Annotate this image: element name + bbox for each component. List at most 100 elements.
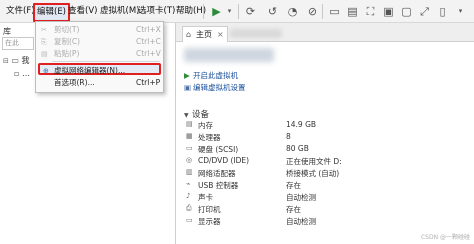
menu-vm[interactable]: 虚拟机(M) xyxy=(100,5,139,18)
disk-icon: ▭ xyxy=(186,144,193,152)
expand-icon[interactable]: ⊟ xyxy=(3,57,9,65)
cd-icon: ◎ xyxy=(186,156,193,164)
console-icon[interactable]: ▢ xyxy=(400,5,413,18)
device-value: 自动检测 xyxy=(286,217,316,226)
menu-item-virtual-network-editor[interactable]: ⊕ 虚拟网络编辑器(N)... xyxy=(38,63,161,75)
menu-item-cut[interactable]: ✂ 剪切(T) Ctrl+X xyxy=(36,24,163,36)
play-icon[interactable]: ▶ xyxy=(210,5,223,18)
toolbar-separator xyxy=(203,4,204,19)
tab-bar: ⌂ 主页 × xyxy=(176,23,474,42)
device-name: 网络适配器 xyxy=(198,169,236,178)
watermark: CSDN @一颗碰碰 xyxy=(420,234,470,241)
device-name: 处理器 xyxy=(198,133,221,142)
edit-menu-dropdown: ✂ 剪切(T) Ctrl+X ⎘ 复制(C) Ctrl+C ▤ 粘贴(P) Ct… xyxy=(35,21,164,93)
edit-settings-link[interactable]: ▣ 编辑虚拟机设置 xyxy=(184,82,246,93)
device-value: 存在 xyxy=(286,205,301,214)
library-title: 库 xyxy=(3,27,11,36)
devices-title: 设备 xyxy=(192,110,210,120)
tree-item-vm[interactable]: ▫ … xyxy=(14,69,30,78)
snapshot-manager-icon[interactable]: ◔ xyxy=(286,5,299,18)
menu-item-label: 复制(C) xyxy=(54,37,81,46)
stretch-icon[interactable]: ⤢ xyxy=(418,5,431,18)
vm-title-redacted xyxy=(184,48,274,62)
sidebar-toggle-icon[interactable]: ▭ xyxy=(328,5,341,18)
network-icon: ▥ xyxy=(186,168,193,176)
paste-icon: ▤ xyxy=(41,50,48,58)
devices-header[interactable]: ▼ 设备 xyxy=(184,108,209,120)
menu-tabs[interactable]: 选项卡(T) xyxy=(138,5,175,18)
device-name: 硬盘 (SCSI) xyxy=(198,145,239,154)
cut-icon: ✂ xyxy=(41,26,47,34)
device-row-processor[interactable]: ▦ 处理器 8 xyxy=(184,132,464,143)
menu-view[interactable]: 查看(V) xyxy=(68,5,97,18)
device-value: 存在 xyxy=(286,181,301,190)
device-row-disk[interactable]: ▭ 硬盘 (SCSI) 80 GB xyxy=(184,144,464,155)
clock-icon[interactable]: ⊘ xyxy=(306,5,319,18)
toolbar-separator xyxy=(238,4,239,19)
tree-item-label: 我 xyxy=(21,56,30,65)
menu-bar: 文件(F) 编辑(E) 查看(V) 虚拟机(M) 选项卡(T) 帮助(H) ▶ … xyxy=(0,0,474,23)
snapshot-icon[interactable]: ⟳ xyxy=(244,5,257,18)
menu-item-shortcut: Ctrl+X xyxy=(136,25,161,34)
home-icon: ⌂ xyxy=(186,30,192,39)
device-name: 显示器 xyxy=(198,217,221,226)
toolbar-separator xyxy=(322,4,323,19)
tab-home-label: 主页 xyxy=(196,30,212,39)
printer-icon: ⎙ xyxy=(186,204,192,212)
device-name: 内存 xyxy=(198,121,213,130)
tree-item-label: … xyxy=(21,69,30,78)
menu-item-label: 剪切(T) xyxy=(54,25,80,34)
tree-item-my-computer[interactable]: ⊟ ▭ 我 xyxy=(3,55,30,66)
device-row-printer[interactable]: ⎙ 打印机 存在 xyxy=(184,204,464,215)
menu-item-copy[interactable]: ⎘ 复制(C) Ctrl+C xyxy=(36,36,163,48)
device-name: CD/DVD (IDE) xyxy=(198,156,250,165)
device-row-network[interactable]: ▥ 网络适配器 桥接模式 (自动) xyxy=(184,168,464,179)
computer-icon: ▭ xyxy=(11,56,19,65)
tab-home[interactable]: ⌂ 主页 × xyxy=(182,26,228,42)
power-on-link[interactable]: ▶ 开启此虚拟机 xyxy=(184,70,238,81)
menu-item-label: 虚拟网络编辑器(N)... xyxy=(54,66,126,75)
device-name: USB 控制器 xyxy=(198,181,239,190)
sound-icon: ♪ xyxy=(186,192,191,200)
power-on-label: 开启此虚拟机 xyxy=(193,71,238,80)
library-search-input[interactable]: 在此 xyxy=(2,37,34,50)
menu-item-label: 粘贴(P) xyxy=(54,49,80,58)
device-value: 14.9 GB xyxy=(286,120,317,129)
device-name: 打印机 xyxy=(198,205,221,214)
usb-icon: ⌁ xyxy=(186,180,191,188)
network-editor-icon: ⊕ xyxy=(43,67,49,75)
device-row-memory[interactable]: ▤ 内存 14.9 GB xyxy=(184,120,464,131)
chevron-down-icon[interactable]: ▾ xyxy=(454,5,467,18)
play-icon: ▶ xyxy=(184,71,190,80)
unity-icon[interactable]: ▣ xyxy=(382,5,395,18)
menu-edit[interactable]: 编辑(E) xyxy=(33,3,71,22)
edit-settings-label: 编辑虚拟机设置 xyxy=(193,83,246,92)
window-icon[interactable]: ▯ xyxy=(436,5,449,18)
snapshot-revert-icon[interactable]: ↺ xyxy=(266,5,279,18)
menu-item-paste[interactable]: ▤ 粘贴(P) Ctrl+V xyxy=(36,48,163,60)
menu-help[interactable]: 帮助(H) xyxy=(176,5,206,18)
vm-icon: ▫ xyxy=(14,69,20,78)
device-value: 自动检测 xyxy=(286,193,316,202)
chevron-down-icon[interactable]: ▾ xyxy=(223,5,236,18)
menu-item-preferences[interactable]: 首选项(R)... Ctrl+P xyxy=(36,77,163,89)
device-row-cdrom[interactable]: ◎ CD/DVD (IDE) 正在使用文件 D: xyxy=(184,156,464,167)
close-icon[interactable]: × xyxy=(217,27,224,42)
settings-icon: ▣ xyxy=(184,83,192,92)
copy-icon: ⎘ xyxy=(41,38,47,46)
device-value: 桥接模式 (自动) xyxy=(286,169,340,178)
menu-item-shortcut: Ctrl+V xyxy=(136,49,161,58)
menu-separator xyxy=(52,61,160,62)
device-row-usb[interactable]: ⌁ USB 控制器 存在 xyxy=(184,180,464,191)
device-row-display[interactable]: ▭ 显示器 自动检测 xyxy=(184,216,464,227)
device-value: 80 GB xyxy=(286,144,309,153)
menu-file[interactable]: 文件(F) xyxy=(6,5,35,18)
device-value: 8 xyxy=(286,132,291,141)
vm-summary-panel: ▶ 开启此虚拟机 ▣ 编辑虚拟机设置 ▼ 设备 ▤ 内存 14.9 GB ▦ 处理器 … xyxy=(176,42,474,244)
collapse-icon[interactable]: ▼ xyxy=(184,112,192,119)
fullscreen-icon[interactable]: ⛶ xyxy=(364,5,377,18)
device-row-sound[interactable]: ♪ 声卡 自动检测 xyxy=(184,192,464,203)
memory-icon: ▤ xyxy=(186,120,193,128)
tab-vm-redacted[interactable] xyxy=(230,29,282,38)
thumbnail-icon[interactable]: ▤ xyxy=(346,5,359,18)
